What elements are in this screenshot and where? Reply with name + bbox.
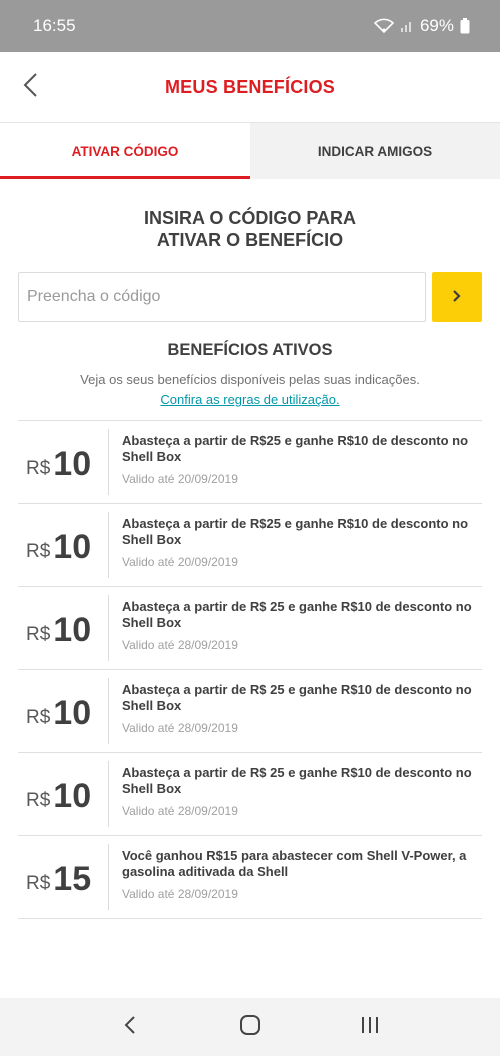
benefit-item[interactable]: R$ 10 Abasteça a partir de R$ 25 e ganhe… (18, 753, 482, 836)
benefit-info: Abasteça a partir de R$25 e ganhe R$10 d… (108, 504, 482, 586)
battery-percent: 69% (419, 16, 454, 35)
benefit-currency: R$ (26, 706, 51, 728)
benefit-description: Abasteça a partir de R$25 e ganhe R$10 d… (122, 433, 469, 464)
benefit-item[interactable]: R$ 10 Abasteça a partir de R$ 25 e ganhe… (18, 670, 482, 753)
signal-icon (400, 19, 414, 33)
benefit-currency: R$ (26, 789, 51, 811)
benefit-description: Abasteça a partir de R$ 25 e ganhe R$10 … (122, 682, 472, 713)
benefit-item[interactable]: R$ 10 Abasteça a partir de R$25 e ganhe … (18, 421, 482, 504)
code-form (18, 272, 482, 322)
benefit-value: 10 (53, 777, 92, 815)
app-header: MEUS BENEFÍCIOS (0, 52, 500, 122)
benefit-amount: R$ 10 (18, 421, 108, 503)
nav-back-icon (123, 1015, 137, 1040)
rules-link[interactable]: Confira as regras de utilização. (0, 392, 500, 407)
nav-recents-button[interactable] (350, 1007, 390, 1047)
benefit-info: Abasteça a partir de R$ 25 e ganhe R$10 … (108, 587, 482, 669)
back-button[interactable] (12, 69, 48, 105)
nav-home-button[interactable] (230, 1007, 270, 1047)
benefit-item[interactable]: R$ 10 Abasteça a partir de R$ 25 e ganhe… (18, 587, 482, 670)
benefit-value: 15 (53, 860, 92, 898)
benefit-description: Abasteça a partir de R$ 25 e ganhe R$10 … (122, 765, 472, 796)
benefit-amount: R$ 10 (18, 587, 108, 669)
divider (108, 512, 109, 578)
divider (108, 595, 109, 661)
benefit-validity: Valido até 28/09/2019 (122, 804, 238, 818)
benefit-item[interactable]: R$ 15 Você ganhou R$15 para abastecer co… (18, 836, 482, 919)
submit-code-button[interactable] (432, 272, 482, 322)
benefit-description: Abasteça a partir de R$25 e ganhe R$10 d… (122, 516, 469, 547)
benefit-amount: R$ 10 (18, 504, 108, 586)
benefits-subtitle: Veja os seus benefícios disponíveis pela… (80, 372, 420, 387)
code-heading: INSIRA O CÓDIGO PARA ATIVAR O BENEFÍCIO (0, 207, 500, 251)
code-input[interactable] (18, 272, 426, 322)
benefit-info: Abasteça a partir de R$ 25 e ganhe R$10 … (108, 670, 482, 752)
benefit-amount: R$ 10 (18, 753, 108, 835)
benefit-description: Abasteça a partir de R$ 25 e ganhe R$10 … (122, 599, 472, 630)
benefit-amount: R$ 15 (18, 836, 108, 918)
wifi-icon (373, 18, 394, 34)
tab-indicar-amigos[interactable]: INDICAR AMIGOS (250, 123, 500, 179)
benefit-description: Você ganhou R$15 para abastecer com Shel… (122, 848, 467, 879)
status-bar: 16:55 69% (0, 0, 500, 52)
status-time: 16:55 (33, 16, 76, 35)
nav-recents-icon (360, 1016, 380, 1039)
benefit-currency: R$ (26, 872, 51, 894)
status-icons: 69% (373, 16, 470, 36)
chevron-right-icon (452, 289, 462, 306)
benefit-value: 10 (53, 445, 92, 483)
code-heading-line2: ATIVAR O BENEFÍCIO (156, 230, 344, 250)
nav-back-button[interactable] (110, 1007, 150, 1047)
benefit-item[interactable]: R$ 10 Abasteça a partir de R$25 e ganhe … (18, 504, 482, 587)
benefit-value: 10 (53, 611, 92, 649)
divider (108, 429, 109, 495)
benefit-amount: R$ 10 (18, 670, 108, 752)
benefits-title: BENEFÍCIOS ATIVOS (167, 341, 333, 359)
battery-icon (460, 18, 470, 34)
benefit-list: R$ 10 Abasteça a partir de R$25 e ganhe … (18, 420, 482, 919)
nav-home-icon (239, 1014, 261, 1041)
benefit-currency: R$ (26, 540, 51, 562)
benefit-validity: Valido até 28/09/2019 (122, 638, 238, 652)
divider (108, 761, 109, 827)
tab-ativar-codigo[interactable]: ATIVAR CÓDIGO (0, 123, 250, 179)
benefit-currency: R$ (26, 623, 51, 645)
divider (108, 678, 109, 744)
benefit-validity: Valido até 28/09/2019 (122, 887, 238, 901)
system-nav-bar (0, 998, 500, 1056)
benefit-validity: Valido até 20/09/2019 (122, 472, 238, 486)
tab-bar: ATIVAR CÓDIGO INDICAR AMIGOS (0, 122, 500, 179)
code-heading-line1: INSIRA O CÓDIGO PARA (143, 208, 356, 228)
benefit-currency: R$ (26, 457, 51, 479)
benefit-value: 10 (53, 694, 92, 732)
divider (108, 844, 109, 910)
page-title: MEUS BENEFÍCIOS (164, 76, 336, 97)
benefit-validity: Valido até 20/09/2019 (122, 555, 238, 569)
benefit-validity: Valido até 28/09/2019 (122, 721, 238, 735)
benefit-info: Abasteça a partir de R$ 25 e ganhe R$10 … (108, 753, 482, 835)
benefit-value: 10 (53, 528, 92, 566)
benefit-info: Abasteça a partir de R$25 e ganhe R$10 d… (108, 421, 482, 503)
benefit-info: Você ganhou R$15 para abastecer com Shel… (108, 836, 482, 918)
chevron-left-icon (21, 72, 39, 103)
